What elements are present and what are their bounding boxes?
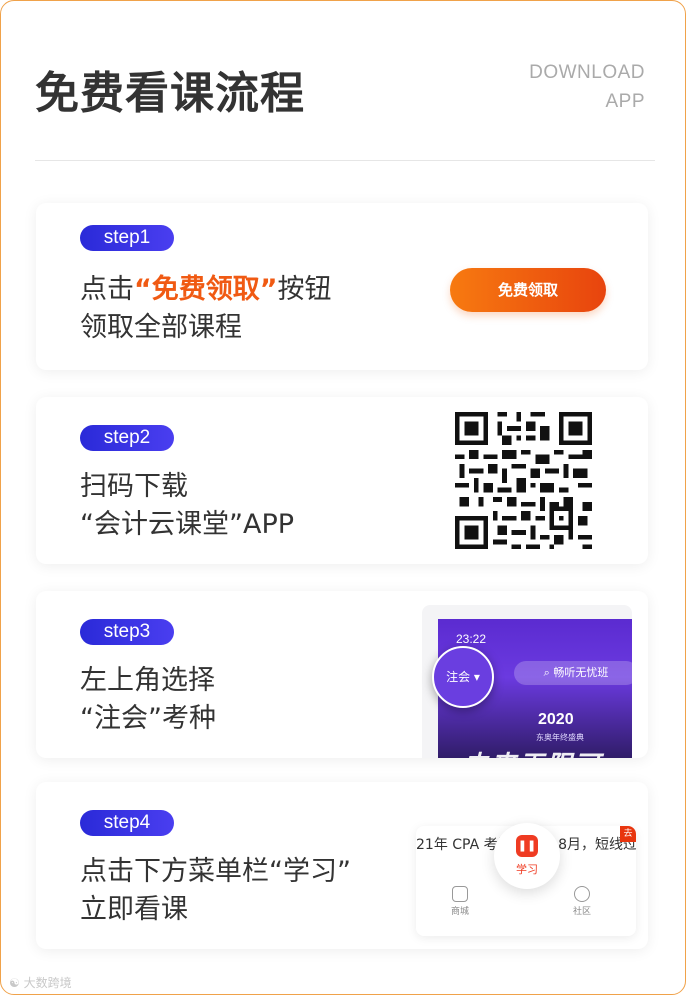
watermark: ☯ 大数跨境 xyxy=(9,976,72,990)
step1-suffix: 按钮 xyxy=(277,274,332,305)
status-time: 23:22 xyxy=(456,632,487,646)
nav-community[interactable]: 社区 xyxy=(562,886,602,917)
step1-card: step1 点击“免费领取”按钮 领取全部课程 免费领取 xyxy=(36,203,648,370)
banner-year: 2020 xyxy=(538,711,574,728)
step3-line2: “注会”考种 xyxy=(80,703,216,734)
step4-line2: 立即看课 xyxy=(80,894,188,925)
step2-card: step2 扫码下载 “会计云课堂”APP xyxy=(36,397,648,564)
download-app-link[interactable]: DOWNLOAD APP xyxy=(529,58,645,116)
app-label: APP xyxy=(605,91,645,112)
nav-community-label: 社区 xyxy=(572,907,591,917)
search-bar: ⌕ 畅听无忧班 xyxy=(514,661,632,685)
nav-study-label: 学习 xyxy=(516,863,538,876)
notice-tag: 去 xyxy=(620,826,636,842)
step3-line1: 左上角选择 xyxy=(80,665,215,696)
page-title: 免费看课流程 xyxy=(35,68,305,119)
search-text: 畅听无忧班 xyxy=(553,666,609,679)
step4-badge: step4 xyxy=(80,810,174,836)
step3-card: step3 左上角选择 “注会”考种 23:22 ⌕ 畅听无忧班 2020 东奥… xyxy=(36,591,648,758)
step3-badge: step3 xyxy=(80,619,174,645)
step2-line2: “会计云课堂”APP xyxy=(80,509,295,540)
study-icon: ❚❚ xyxy=(516,835,538,857)
step2-badge: step2 xyxy=(80,425,174,451)
free-claim-button[interactable]: 免费领取 xyxy=(450,268,606,312)
leaf-icon xyxy=(574,886,590,902)
page-frame: 免费看课流程 DOWNLOAD APP step1 点击“免费领取”按钮 领取全… xyxy=(0,0,686,995)
nav-study-button[interactable]: ❚❚ 学习 xyxy=(494,823,560,889)
download-label: DOWNLOAD xyxy=(529,62,645,83)
watermark-text: 大数跨境 xyxy=(23,976,72,990)
exam-selector-button[interactable]: 注会 ▾ xyxy=(432,646,494,708)
step4-card: step4 点击下方菜单栏“学习” 立即看课 21年 CPA 考试提前至 8月，… xyxy=(36,782,648,949)
step4-line1: 点击下方菜单栏“学习” xyxy=(80,856,351,887)
nav-mall-label: 商城 xyxy=(450,907,469,917)
banner-slogan: 未来无限可 xyxy=(462,745,602,758)
banner-subtitle: 东奥年终盛典 xyxy=(536,733,584,742)
shop-bag-icon xyxy=(452,886,468,902)
nav-mall[interactable]: 商城 xyxy=(440,886,480,917)
step1-highlight: “免费领取” xyxy=(134,274,278,305)
qr-code-icon xyxy=(455,412,592,549)
step1-badge: step1 xyxy=(80,225,174,251)
header-divider xyxy=(35,160,655,161)
step1-line1: 点击“免费领取”按钮 xyxy=(80,271,332,309)
step1-prefix: 点击 xyxy=(80,274,134,305)
step2-line1: 扫码下载 xyxy=(80,471,188,502)
step1-line2: 领取全部课程 xyxy=(80,312,242,343)
